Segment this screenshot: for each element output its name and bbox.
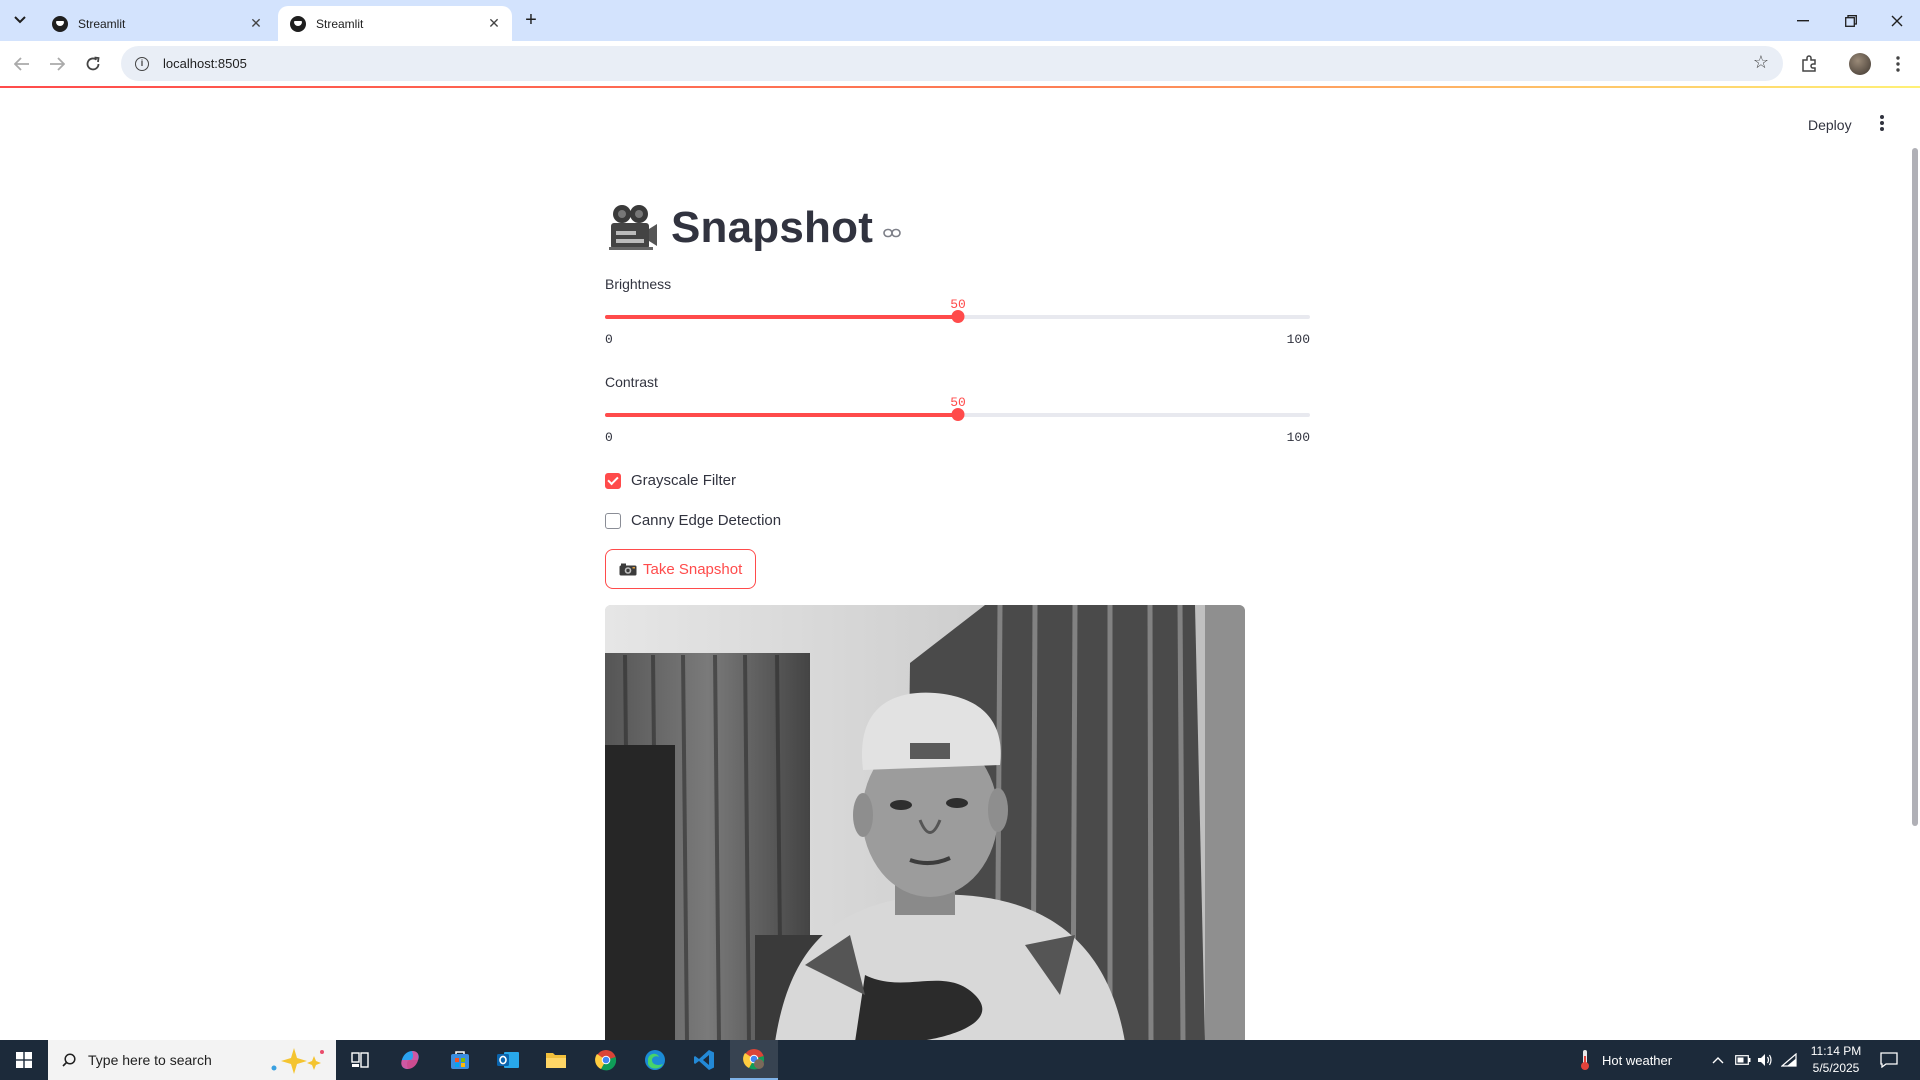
bookmark-star-icon[interactable]: ☆ (1753, 52, 1769, 73)
volume-icon[interactable] (1757, 1040, 1773, 1080)
main-menu-icon[interactable] (1872, 112, 1892, 134)
url-text: localhost:8505 (163, 56, 247, 71)
profile-avatar-icon[interactable] (1846, 50, 1874, 78)
checkbox-box[interactable] (605, 472, 621, 489)
checkbox-label: Grayscale Filter (631, 472, 737, 489)
network-icon[interactable] (1781, 1040, 1797, 1080)
battery-icon[interactable] (1735, 1040, 1751, 1080)
camera-icon (619, 563, 637, 575)
chrome-active-window-icon[interactable] (730, 1040, 778, 1080)
grayscale-checkbox[interactable]: Grayscale Filter (605, 472, 736, 489)
checkbox-box[interactable] (605, 512, 621, 529)
reload-icon[interactable] (78, 49, 108, 79)
page-title-row: Snapshot (605, 198, 901, 258)
deploy-button[interactable]: Deploy (1800, 113, 1860, 137)
slider-label: Brightness (605, 276, 672, 292)
copilot-icon[interactable] (386, 1040, 434, 1080)
search-icon (62, 1053, 76, 1067)
streamlit-decoration-bar (0, 86, 1920, 88)
tab-search-chevron-icon[interactable] (6, 8, 34, 32)
slider-thumb[interactable] (951, 310, 965, 323)
tab-title: Streamlit (316, 16, 364, 31)
notifications-icon[interactable] (1880, 1040, 1898, 1080)
chrome-icon[interactable] (582, 1040, 630, 1080)
browser-tab[interactable]: Streamlit ✕ (40, 6, 274, 41)
contrast-slider: Contrast 50 0 100 (605, 374, 1310, 454)
taskbar-search-box[interactable]: Type here to search (48, 1040, 336, 1080)
new-tab-plus-icon[interactable]: + (518, 8, 544, 34)
tab-close-icon[interactable]: ✕ (248, 15, 264, 32)
checkbox-label: Canny Edge Detection (631, 512, 782, 529)
take-snapshot-button[interactable]: Take Snapshot (605, 549, 757, 589)
slider-thumb[interactable] (951, 408, 965, 421)
search-highlight-sparkle-icon (271, 1048, 324, 1074)
movie-camera-icon (609, 205, 657, 250)
minimize-icon[interactable] (1780, 0, 1826, 41)
slider-max-label: 100 (1286, 430, 1310, 445)
weather-text: Hot weather (1602, 1052, 1673, 1068)
search-placeholder: Type here to search (88, 1052, 212, 1068)
brightness-slider: Brightness 50 0 100 (605, 276, 1310, 356)
streamlit-favicon-icon (290, 15, 306, 32)
slider-max-label: 100 (1286, 332, 1310, 347)
back-arrow-icon[interactable] (7, 49, 37, 79)
tab-close-icon[interactable]: ✕ (486, 15, 502, 32)
restore-icon[interactable] (1828, 0, 1874, 41)
windows-start-icon[interactable] (0, 1040, 48, 1080)
tray-chevron-icon[interactable] (1712, 1040, 1724, 1080)
file-explorer-icon[interactable] (532, 1040, 580, 1080)
address-bar[interactable]: i localhost:8505 ☆ (121, 46, 1783, 81)
thermometer-icon (1581, 1050, 1589, 1070)
window-close-icon[interactable] (1874, 0, 1920, 41)
microsoft-store-icon[interactable] (436, 1040, 484, 1080)
browser-toolbar: i localhost:8505 ☆ (0, 41, 1920, 86)
system-clock[interactable]: 11:14 PM 5/5/2025 (1796, 1043, 1876, 1077)
site-info-icon[interactable]: i (135, 56, 149, 71)
slider-fill (605, 413, 958, 417)
browser-tab-bar: Streamlit ✕ Streamlit ✕ + (0, 0, 1920, 41)
streamlit-favicon-icon (52, 15, 68, 32)
slider-fill (605, 315, 958, 319)
snapshot-image (605, 605, 1245, 1042)
vscode-icon[interactable] (680, 1040, 728, 1080)
task-view-icon[interactable] (336, 1040, 384, 1080)
clock-date: 5/5/2025 (1812, 1061, 1860, 1075)
slider-min-label: 0 (605, 430, 613, 445)
slider-min-label: 0 (605, 332, 613, 347)
browser-menu-icon[interactable] (1884, 50, 1912, 78)
page-scrollbar[interactable] (1912, 148, 1918, 826)
forward-arrow-icon[interactable] (42, 49, 72, 79)
clock-time: 11:14 PM (1810, 1044, 1862, 1058)
canny-edge-checkbox[interactable]: Canny Edge Detection (605, 512, 781, 529)
windows-taskbar: Type here to search Hot weather 11:14 PM… (0, 1040, 1920, 1080)
weather-widget[interactable]: Hot weather (1578, 1040, 1672, 1080)
link-anchor-icon[interactable] (883, 228, 901, 238)
edge-icon[interactable] (631, 1040, 679, 1080)
slider-label: Contrast (605, 374, 658, 390)
outlook-icon[interactable] (484, 1040, 532, 1080)
page-title: Snapshot (671, 203, 874, 252)
browser-tab-active[interactable]: Streamlit ✕ (278, 6, 512, 41)
tab-title: Streamlit (78, 16, 126, 31)
extensions-puzzle-icon[interactable] (1795, 50, 1823, 78)
button-label: Take Snapshot (643, 560, 743, 578)
